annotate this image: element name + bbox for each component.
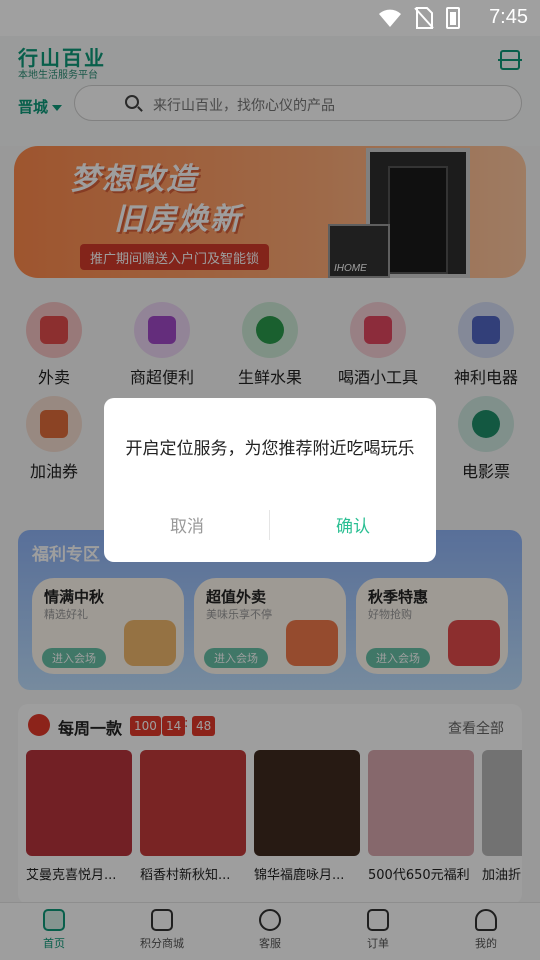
cancel-button[interactable]: 取消 <box>104 512 270 537</box>
wifi-icon <box>379 9 401 27</box>
location-permission-dialog: 开启定位服务，为您推荐附近吃喝玩乐 取消 确认 <box>104 398 436 562</box>
no-sim-icon <box>414 7 434 29</box>
status-time: 7:45 <box>489 6 528 28</box>
status-bar: 7:45 <box>0 0 540 36</box>
battery-icon <box>446 7 460 29</box>
confirm-button[interactable]: 确认 <box>270 512 436 537</box>
status-icons <box>378 7 460 29</box>
dialog-message: 开启定位服务，为您推荐附近吃喝玩乐 <box>125 439 415 459</box>
